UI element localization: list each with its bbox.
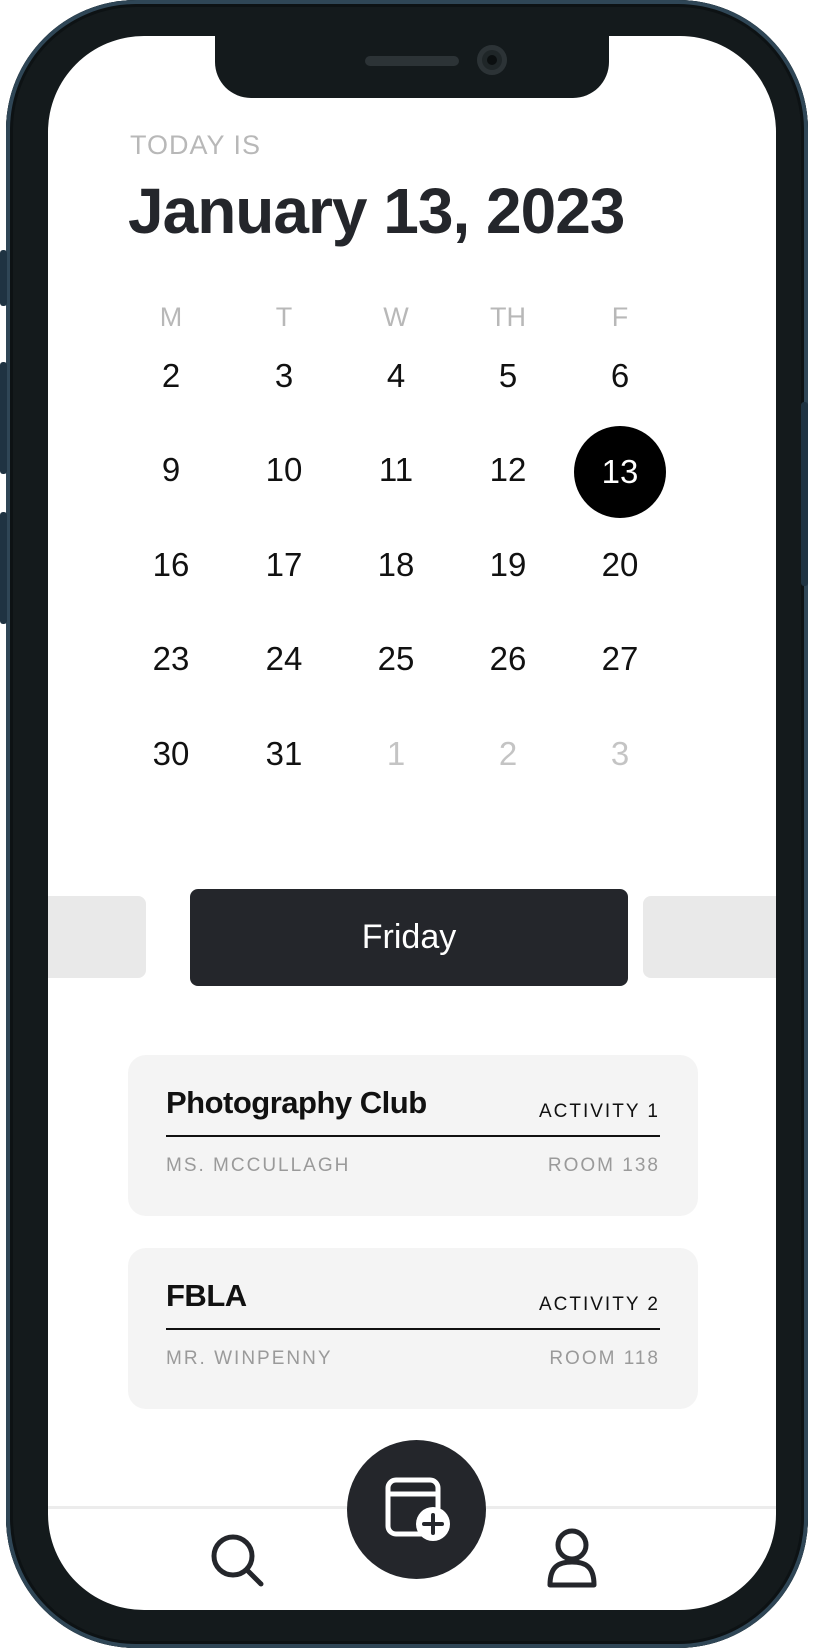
phone-frame: TODAY IS January 13, 2023 M T W TH F 2 3… [0,0,808,1648]
calendar-day[interactable]: 31 [244,714,324,794]
search-icon[interactable] [208,1531,268,1591]
calendar-day[interactable]: 9 [131,430,211,510]
calendar-day[interactable]: 11 [356,430,436,510]
activity-card[interactable]: Photography Club ACTIVITY 1 MS. MCCULLAG… [128,1055,698,1216]
volume-down-button [0,512,7,624]
today-label: TODAY IS [130,130,262,160]
current-day-pill[interactable]: Friday [190,889,628,986]
calendar-day[interactable]: 4 [356,336,436,416]
activity-title: Photography Club [166,1085,427,1120]
calendar-day[interactable]: 17 [244,525,324,605]
weekday-tuesday: T [275,302,293,332]
profile-icon[interactable] [542,1527,602,1591]
calendar-day[interactable]: 23 [131,619,211,699]
notch [215,36,609,98]
calendar-day[interactable]: 26 [468,619,548,699]
screen: TODAY IS January 13, 2023 M T W TH F 2 3… [48,36,776,1610]
activity-tag: ACTIVITY 1 [538,1101,660,1122]
calendar-day[interactable]: 5 [468,336,548,416]
calendar-day[interactable]: 19 [468,525,548,605]
calendar-day[interactable]: 20 [580,525,660,605]
calendar-day-selected[interactable]: 13 [574,426,666,518]
weekday-thursday: TH [490,302,526,332]
calendar-day[interactable]: 16 [131,525,211,605]
calendar-day-next-month[interactable]: 1 [356,714,436,794]
calendar-day[interactable]: 6 [580,336,660,416]
next-day-pill[interactable] [643,896,776,978]
weekday-friday: F [611,302,629,332]
previous-day-pill[interactable] [48,896,146,978]
front-camera [477,45,507,75]
activity-title: FBLA [166,1278,247,1313]
activity-card[interactable]: FBLA ACTIVITY 2 MR. WINPENNY ROOM 118 [128,1248,698,1409]
weekday-monday: M [159,302,183,332]
calendar-day[interactable]: 2 [131,336,211,416]
calendar-day[interactable]: 27 [580,619,660,699]
calendar-day[interactable]: 18 [356,525,436,605]
speaker [365,56,459,66]
card-divider [166,1135,660,1137]
activity-tag: ACTIVITY 2 [538,1294,660,1315]
add-calendar-icon [385,1477,450,1541]
card-divider [166,1328,660,1330]
activity-room: ROOM 118 [549,1348,660,1369]
calendar-day[interactable]: 24 [244,619,324,699]
calendar-day-next-month[interactable]: 2 [468,714,548,794]
activity-room: ROOM 138 [547,1155,660,1176]
calendar-day[interactable]: 12 [468,430,548,510]
weekday-wednesday: W [383,302,409,332]
volume-up-button [0,362,7,474]
calendar-day[interactable]: 10 [244,430,324,510]
calendar-day[interactable]: 3 [244,336,324,416]
activity-teacher: MS. MCCULLAGH [166,1155,351,1176]
page-title-date: January 13, 2023 [128,175,625,247]
calendar-day-next-month[interactable]: 3 [580,714,660,794]
power-button [801,402,808,586]
calendar-day[interactable]: 25 [356,619,436,699]
add-event-button[interactable] [347,1440,486,1579]
activity-teacher: MR. WINPENNY [166,1348,333,1369]
calendar-day[interactable]: 30 [131,714,211,794]
mute-switch [0,250,7,306]
